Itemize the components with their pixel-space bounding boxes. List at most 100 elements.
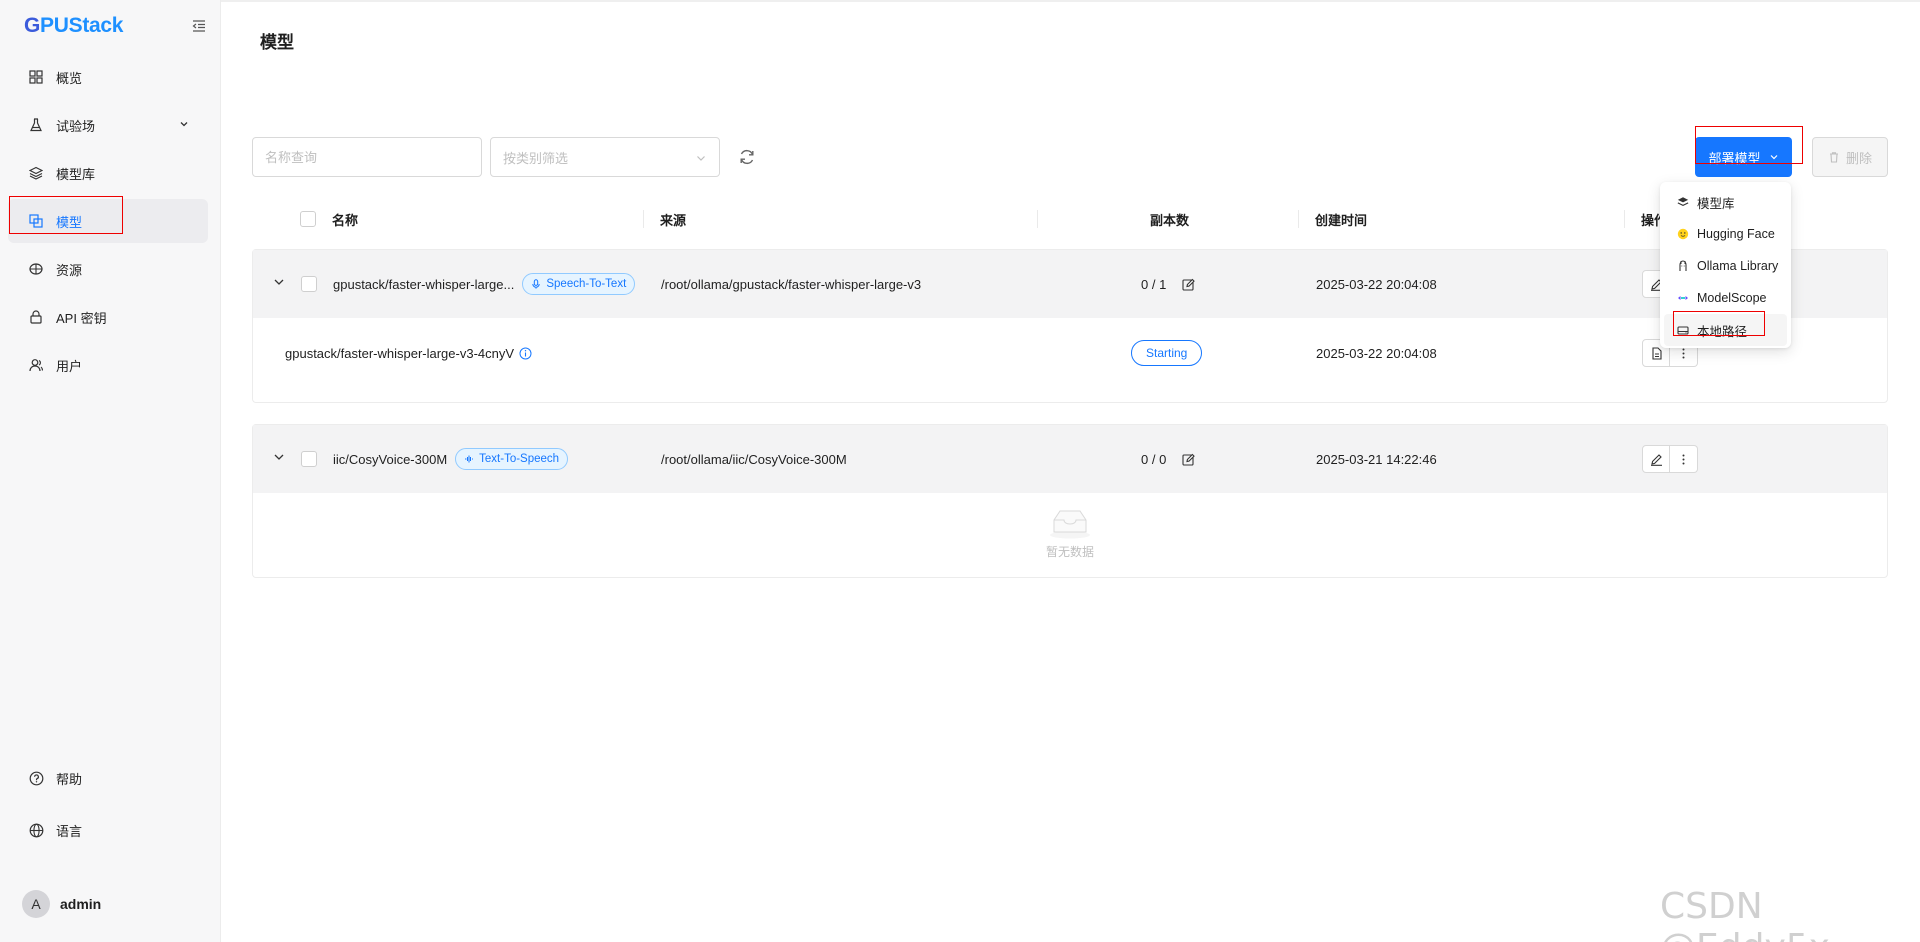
chevron-down-icon — [697, 156, 705, 161]
app-root: GPUStack 概览 试验场 模型库 模型 资源 API 密钥 用户 帮助 语… — [0, 0, 1920, 942]
category-tag: Text-To-Speech — [455, 448, 569, 470]
ollama-icon — [1676, 260, 1689, 273]
instance-name: gpustack/faster-whisper-large-v3-4cnyV — [285, 345, 515, 361]
avatar: A — [22, 890, 50, 918]
sidebar-item-language[interactable]: 语言 — [8, 808, 208, 852]
table-row[interactable]: gpustack/faster-whisper-large... Speech-… — [253, 250, 1887, 318]
source-cell: /root/ollama/iic/CosyVoice-300M — [661, 451, 847, 467]
flask-icon — [28, 117, 44, 133]
sidebar-item-help[interactable]: 帮助 — [8, 756, 208, 800]
replicas-cell: 0 / 0 — [1141, 448, 1196, 470]
row-actions — [1642, 445, 1698, 473]
logs-icon — [1651, 346, 1662, 360]
created-cell: 2025-03-22 20:04:08 — [1316, 276, 1437, 292]
watermark: CSDN @Eddy5x — [1660, 886, 1830, 942]
source-cell: /root/ollama/gpustack/faster-whisper-lar… — [661, 276, 922, 292]
globe-icon — [28, 822, 44, 838]
empty-text: 暂无数据 — [1045, 545, 1094, 559]
column-header-created[interactable]: 创建时间 — [1315, 202, 1367, 236]
empty-box-icon — [1050, 510, 1090, 539]
highlight-box — [9, 196, 123, 234]
edit-button[interactable] — [1642, 445, 1670, 473]
layers-icon — [1676, 196, 1689, 209]
menu-item-model-catalog[interactable]: 模型库 — [1664, 186, 1787, 218]
logo[interactable]: GPUStack — [24, 14, 123, 38]
expand-toggle[interactable] — [273, 276, 285, 288]
instance-name-cell: gpustack/faster-whisper-large-v3-4cnyV — [285, 342, 532, 364]
model-name-cell: iic/CosyVoice-300M Text-To-Speech — [333, 448, 569, 470]
logo-first-letter: G — [24, 14, 41, 37]
model-name[interactable]: iic/CosyVoice-300M — [333, 452, 447, 467]
microphone-icon — [532, 279, 541, 289]
column-header-source[interactable]: 来源 — [660, 202, 686, 236]
model-group: iic/CosyVoice-300M Text-To-Speech /root/… — [252, 424, 1888, 578]
menu-item-label: Hugging Face — [1697, 227, 1775, 241]
edit-replicas-icon[interactable] — [1182, 453, 1196, 466]
expand-toggle[interactable] — [273, 451, 285, 463]
replicas-cell: 0 / 1 — [1141, 273, 1196, 295]
edit-replicas-icon[interactable] — [1182, 278, 1196, 291]
sidebar-item-label: 模型库 — [56, 166, 96, 182]
status-badge: Starting — [1131, 340, 1203, 366]
sidebar-item-resources[interactable]: 资源 — [8, 247, 208, 291]
top-divider — [221, 0, 1920, 2]
delete-button[interactable]: 删除 — [1812, 137, 1888, 177]
menu-item-modelscope[interactable]: ModelScope — [1664, 282, 1787, 314]
column-header-replicas[interactable]: 副本数 — [1150, 202, 1189, 236]
sidebar-item-label: 试验场 — [56, 118, 96, 134]
column-divider — [1037, 210, 1038, 228]
logo-text: PUStack — [40, 14, 124, 37]
sidebar-item-api-keys[interactable]: API 密钥 — [8, 295, 208, 339]
select-all-checkbox[interactable] — [300, 202, 316, 236]
help-icon — [28, 770, 44, 786]
refresh-icon[interactable] — [738, 148, 756, 166]
user-menu[interactable]: A admin — [22, 890, 101, 918]
hugging-face-icon — [1676, 228, 1689, 241]
sidebar-item-model-catalog[interactable]: 模型库 — [8, 151, 208, 195]
chevron-down-icon — [274, 279, 284, 285]
created-cell: 2025-03-21 14:22:46 — [1316, 451, 1437, 467]
column-header-name[interactable]: 名称 — [332, 202, 358, 236]
empty-state: 暂无数据 — [253, 507, 1887, 560]
menu-item-label: Ollama Library — [1697, 259, 1779, 273]
chevron-down-icon — [274, 454, 284, 460]
category-tag-label: Text-To-Speech — [479, 453, 560, 465]
category-tag-label: Speech-To-Text — [546, 278, 627, 290]
select-placeholder: 按类别筛选 — [503, 150, 569, 166]
menu-item-label: ModelScope — [1697, 291, 1767, 305]
category-filter-select[interactable]: 按类别筛选 — [490, 137, 720, 177]
modelscope-icon — [1676, 292, 1689, 305]
menu-item-label: 模型库 — [1697, 196, 1735, 211]
sidebar-item-label: 语言 — [56, 823, 83, 839]
more-vertical-icon — [1682, 454, 1685, 464]
collapse-sidebar-icon[interactable] — [191, 18, 207, 34]
sidebar-item-label: API 密钥 — [56, 310, 107, 326]
sidebar-item-label: 资源 — [56, 262, 83, 278]
column-divider — [1624, 210, 1625, 228]
instance-created-cell: 2025-03-22 20:04:08 — [1316, 345, 1437, 361]
resources-icon — [28, 261, 44, 277]
category-tag: Speech-To-Text — [522, 273, 636, 295]
menu-item-ollama[interactable]: Ollama Library — [1664, 250, 1787, 282]
page-title: 模型 — [260, 33, 294, 52]
sidebar-item-label: 帮助 — [56, 771, 83, 787]
chevron-down-icon — [180, 122, 188, 127]
row-checkbox[interactable] — [301, 276, 317, 292]
row-checkbox[interactable] — [301, 451, 317, 467]
model-name[interactable]: gpustack/faster-whisper-large... — [333, 277, 514, 292]
info-icon[interactable] — [519, 347, 532, 360]
highlight-box — [1673, 311, 1765, 336]
highlight-box — [1695, 126, 1803, 164]
sidebar-item-label: 用户 — [56, 358, 83, 374]
sidebar-item-playground[interactable]: 试验场 — [8, 103, 208, 147]
status-cell: Starting — [1131, 340, 1203, 366]
user-name: admin — [60, 896, 102, 912]
table-row[interactable]: iic/CosyVoice-300M Text-To-Speech /root/… — [253, 425, 1887, 493]
delete-label: 删除 — [1845, 150, 1872, 166]
sidebar-item-overview[interactable]: 概览 — [8, 55, 208, 99]
more-button[interactable] — [1670, 445, 1698, 473]
menu-item-hugging-face[interactable]: Hugging Face — [1664, 218, 1787, 250]
dashboard-icon — [28, 69, 44, 85]
sidebar-item-users[interactable]: 用户 — [8, 343, 208, 387]
search-input[interactable] — [252, 137, 482, 177]
